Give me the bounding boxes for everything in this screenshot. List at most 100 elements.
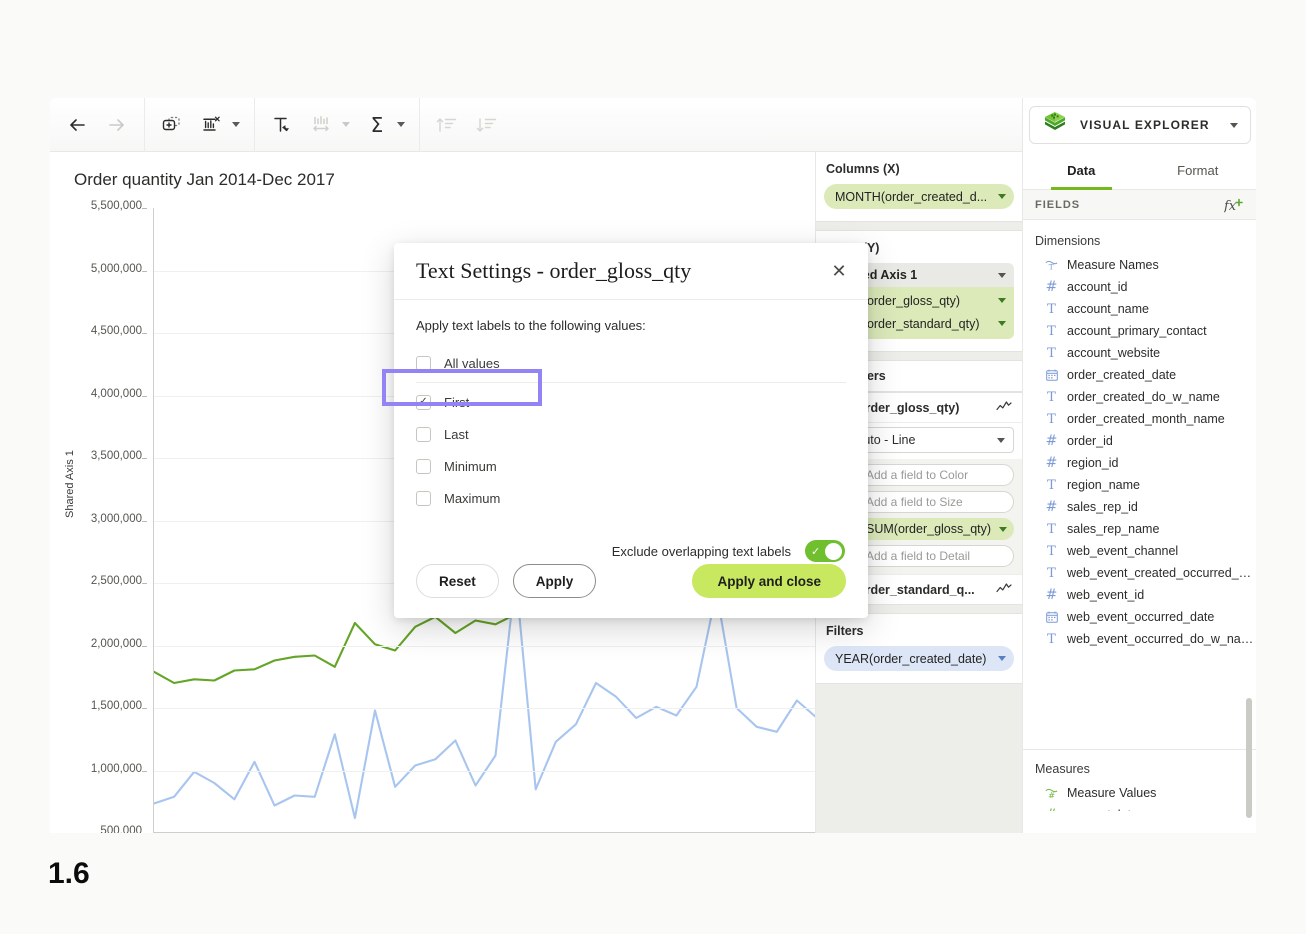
dialog-footer: Reset Apply Apply and close [394, 544, 868, 618]
sort-ascending-icon[interactable] [434, 112, 460, 138]
field-row[interactable]: T Measure Names [1023, 254, 1256, 276]
totals-sigma-icon[interactable]: Σ [364, 112, 390, 138]
field-row[interactable]: Torder_created_month_name [1023, 408, 1256, 430]
pill-label: MONTH(order_created_d... [835, 189, 988, 204]
field-name: order_created_do_w_name [1067, 390, 1220, 404]
check-icon: ✓ [419, 396, 428, 407]
columns-shelf-label: Columns (X) [826, 162, 900, 176]
svg-text:fx: fx [1224, 199, 1237, 213]
columns-shelf[interactable]: Columns (X) MONTH(order_created_d... [816, 152, 1022, 222]
checkbox-row-maximum[interactable]: Maximum [416, 482, 846, 514]
fit-width-chevron-down-icon[interactable] [342, 122, 350, 127]
field-row[interactable]: Taccount_website [1023, 342, 1256, 364]
y-tick-label: 2,500,000 [90, 575, 142, 587]
fit-width-icon[interactable] [309, 112, 335, 138]
fields-scrollbar[interactable] [1246, 698, 1252, 818]
line-chart-icon[interactable] [996, 400, 1012, 415]
reset-button[interactable]: Reset [416, 564, 499, 598]
page-title: Order quantity Jan 2014-Dec 2017 [74, 170, 335, 189]
field-row[interactable]: # account_id [1023, 276, 1256, 298]
y-tick-mark [142, 520, 147, 522]
forward-arrow-icon[interactable] [104, 112, 130, 138]
field-row[interactable]: Tweb_event_created_occurred_na... [1023, 562, 1256, 584]
field-name: web_event_channel [1067, 544, 1179, 558]
checkbox-row-first[interactable]: ✓ First [416, 386, 846, 418]
checkbox-row-last[interactable]: Last [416, 418, 846, 450]
detail-field-drop[interactable]: Add a field to Detail [855, 545, 1014, 567]
totals-chevron-down-icon[interactable] [397, 122, 405, 127]
field-row[interactable]: Tweb_event_occurred_do_w_name [1023, 628, 1256, 650]
chevron-down-icon[interactable] [1230, 122, 1238, 128]
mark-type-chevron-down-icon[interactable] [997, 437, 1005, 443]
field-row[interactable]: Tregion_name [1023, 474, 1256, 496]
text-settings-dialog: Text Settings - order_gloss_qty ✕ Apply … [394, 243, 868, 618]
pill-chevron-down-icon[interactable] [999, 526, 1007, 532]
checkbox-first[interactable]: ✓ [416, 394, 431, 410]
pill-month-order-created-date[interactable]: MONTH(order_created_d... [824, 184, 1014, 209]
add-calculated-field-icon[interactable]: fx [1224, 197, 1244, 213]
field-row[interactable]: Torder_created_do_w_name [1023, 386, 1256, 408]
swap-axes-icon[interactable] [269, 112, 295, 138]
field-row[interactable]: Tsales_rep_name [1023, 518, 1256, 540]
field-row[interactable]: order_created_date [1023, 364, 1256, 386]
size-field-drop[interactable]: Add a field to Size [855, 491, 1014, 513]
field-row[interactable]: Taccount_name [1023, 298, 1256, 320]
field-name: account_website [1067, 346, 1161, 360]
pill-chevron-down-icon[interactable] [998, 321, 1006, 326]
field-row[interactable]: # account_lat [1023, 804, 1256, 811]
field-row[interactable]: # region_id [1023, 452, 1256, 474]
close-icon[interactable]: ✕ [826, 258, 852, 284]
field-name: account_id [1067, 280, 1128, 294]
clear-sheet-icon[interactable] [199, 112, 225, 138]
field-name: order_id [1067, 434, 1113, 448]
checkbox-all-values[interactable] [416, 355, 431, 371]
number-field-icon: # [1045, 808, 1058, 811]
field-row[interactable]: # sales_rep_id [1023, 496, 1256, 518]
text-field-pill[interactable]: SUM(order_gloss_qty) [855, 518, 1014, 540]
field-row[interactable]: Taccount_primary_contact [1023, 320, 1256, 342]
gridline [154, 708, 815, 709]
text-field-icon: T [1047, 477, 1056, 493]
tab-data[interactable]: Data [1023, 152, 1140, 190]
pill-chevron-down-icon[interactable] [998, 194, 1006, 199]
color-field-drop[interactable]: Add a field to Color [855, 464, 1014, 486]
pill-year-order-created-date[interactable]: YEAR(order_created_date) [824, 646, 1014, 671]
filters-shelf-label: Filters [826, 624, 864, 638]
pill-chevron-down-icon[interactable] [998, 656, 1006, 661]
date-field-icon [1045, 369, 1058, 381]
text-field-icon: T [1047, 301, 1056, 317]
back-arrow-icon[interactable] [64, 112, 90, 138]
duplicate-sheet-icon[interactable] [159, 112, 185, 138]
visual-explorer-badge[interactable]: VISUAL EXPLORER [1029, 106, 1251, 144]
tab-format[interactable]: Format [1140, 152, 1257, 189]
svg-text:T: T [1049, 263, 1054, 271]
dimensions-container: T Measure Names # account_id Taccount_name Ta… [1023, 254, 1256, 650]
clear-sheet-chevron-down-icon[interactable] [232, 122, 240, 127]
number-field-icon: # [1045, 433, 1058, 449]
toolbar-group-navigation [50, 98, 145, 152]
line-chart-icon[interactable] [996, 582, 1012, 597]
data-panel: VISUAL EXPLORER Data Format FIELDS fx Di… [1022, 98, 1256, 833]
fields-list[interactable]: Dimensions T Measure Names # account_id Tacc… [1023, 220, 1256, 772]
field-row[interactable]: # order_id [1023, 430, 1256, 452]
pill-chevron-down-icon[interactable] [998, 298, 1006, 303]
shared-axis-chevron-down-icon[interactable] [998, 272, 1006, 278]
field-row[interactable]: Tweb_event_channel [1023, 540, 1256, 562]
sort-descending-icon[interactable] [474, 112, 500, 138]
field-row[interactable]: # Measure Values [1023, 782, 1256, 804]
field-name: account_lat [1067, 808, 1131, 811]
checkbox-maximum[interactable] [416, 490, 431, 506]
filters-shelf[interactable]: Filters YEAR(order_created_date) [816, 613, 1022, 684]
apply-button[interactable]: Apply [512, 564, 597, 598]
field-row[interactable]: web_event_occurred_date [1023, 606, 1256, 628]
checkbox-row-minimum[interactable]: Minimum [416, 450, 846, 482]
apply-and-close-button[interactable]: Apply and close [692, 564, 846, 598]
checkbox-last[interactable] [416, 426, 431, 442]
field-row[interactable]: # web_event_id [1023, 584, 1256, 606]
field-name: web_event_occurred_date [1067, 610, 1215, 624]
checkbox-row-all-values[interactable]: All values [416, 347, 846, 379]
field-name: web_event_id [1067, 588, 1145, 602]
checkbox-minimum[interactable] [416, 458, 431, 474]
y-tick-label: 4,000,000 [90, 387, 142, 400]
measures-container: # Measure Values # account_lat [1023, 782, 1256, 811]
